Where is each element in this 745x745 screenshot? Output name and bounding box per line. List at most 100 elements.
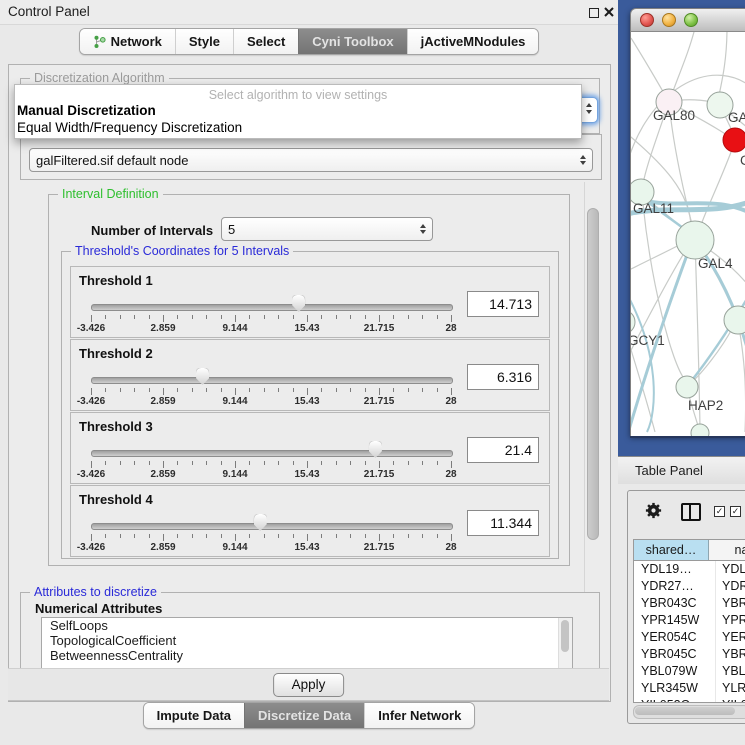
close-icon[interactable] [604, 7, 614, 17]
table-row[interactable]: YBR045CYBR0 [634, 646, 745, 663]
tick-label: 2.859 [150, 469, 175, 480]
network-view-window[interactable]: GAL80GACGAL11GAL4GCY1HHAP2 [630, 8, 745, 436]
slider-tick-labels: -3.4262.8599.14415.4321.71528 [91, 323, 451, 335]
checkbox-icon[interactable]: ✓ [730, 506, 741, 517]
attribute-item-topologicalcoefficient[interactable]: TopologicalCoefficient [42, 633, 572, 648]
settings-scrollbar-thumb[interactable] [587, 208, 599, 540]
number-of-intervals-combobox[interactable]: 5 [221, 217, 433, 241]
columns-icon[interactable] [681, 503, 701, 521]
tick-label: 2.859 [150, 542, 175, 553]
table-row[interactable]: YIL052CYIL0 [634, 697, 745, 703]
tick-mark [91, 461, 92, 468]
table-cell: YPR145W [634, 612, 716, 629]
slider-tick-labels: -3.4262.8599.14415.4321.71528 [91, 396, 451, 408]
tick-mark [91, 534, 92, 541]
tab-select[interactable]: Select [233, 29, 298, 54]
table-row[interactable]: YDL19…YDL1 [634, 561, 745, 578]
tick-mark [307, 315, 308, 322]
table-row[interactable]: YBL079WYBL0 [634, 663, 745, 680]
threshold-value-field[interactable]: 11.344 [467, 510, 539, 536]
slider-track[interactable] [91, 377, 453, 384]
table-data-combobox[interactable]: galFiltered.sif default node [29, 148, 593, 172]
tab-label: Select [247, 29, 285, 54]
tick-label: 21.715 [364, 323, 395, 334]
float-window-icon[interactable] [589, 8, 599, 18]
tab-impute-data[interactable]: Impute Data [144, 703, 244, 728]
tab-style[interactable]: Style [175, 29, 233, 54]
tab-infer-network[interactable]: Infer Network [364, 703, 474, 728]
tick-mark [149, 534, 150, 538]
tick-label: -3.426 [77, 469, 105, 480]
algorithm-option-manual-discretization[interactable]: Manual Discretization [15, 102, 581, 119]
tick-mark [451, 534, 452, 541]
gear-icon[interactable] [644, 501, 663, 520]
threshold-value-field[interactable]: 6.316 [467, 364, 539, 390]
minimize-traffic-icon[interactable] [662, 13, 676, 27]
attributes-list-scrollbar[interactable] [558, 618, 572, 668]
network-edge[interactable] [701, 144, 734, 225]
attributes-group: Attributes to discretize Numerical Attri… [20, 592, 600, 669]
tick-mark [163, 461, 164, 468]
tick-mark [422, 315, 423, 319]
slider-track[interactable] [91, 304, 453, 311]
node-label-gal80: GAL80 [653, 108, 695, 123]
table-hscrollbar[interactable] [633, 705, 745, 719]
tab-label: Cyni Toolbox [312, 29, 393, 54]
attribute-item-betweennesscentrality[interactable]: BetweennessCentrality [42, 648, 572, 663]
slider-track[interactable] [91, 523, 453, 530]
tick-mark [278, 388, 279, 392]
tick-mark [422, 461, 423, 465]
algorithm-option-equal-width-frequency-discretization[interactable]: Equal Width/Frequency Discretization [15, 119, 581, 136]
apply-button[interactable]: Apply [273, 673, 345, 697]
tab-jactivemnodules[interactable]: jActiveMNodules [407, 29, 539, 54]
table-row[interactable]: YLR345WYLR3 [634, 680, 745, 697]
numerical-attributes-list[interactable]: SelfLoopsTopologicalCoefficientBetweenne… [41, 617, 573, 669]
table-hscrollbar-thumb[interactable] [635, 707, 735, 715]
checkbox-icon[interactable]: ✓ [714, 506, 725, 517]
tick-mark [278, 461, 279, 465]
tab-discretize-data[interactable]: Discretize Data [244, 703, 364, 728]
threshold-value-field[interactable]: 14.713 [467, 291, 539, 317]
tab-network[interactable]: Network [80, 29, 175, 54]
network-node-hap2[interactable] [676, 376, 698, 398]
network-node-c[interactable] [723, 128, 745, 152]
number-of-intervals-label: Number of Intervals [91, 223, 213, 238]
table-cell: YLR345W [634, 680, 716, 697]
network-canvas[interactable]: GAL80GACGAL11GAL4GCY1HHAP2 [630, 32, 745, 436]
tick-mark [437, 534, 438, 538]
table-row[interactable]: YPR145WYPR1 [634, 612, 745, 629]
tick-mark [365, 388, 366, 392]
network-node[interactable] [691, 424, 709, 436]
table-panel-titlebar: Table Panel [618, 456, 745, 486]
threshold-value-field[interactable]: 21.4 [467, 437, 539, 463]
table-cell: YER0 [716, 629, 745, 646]
tick-mark [163, 388, 164, 395]
table-row[interactable]: YER054CYER0 [634, 629, 745, 646]
network-node-gal4[interactable] [676, 221, 714, 259]
tick-mark [379, 461, 380, 468]
tick-mark [149, 388, 150, 392]
slider-ticks [91, 461, 451, 469]
zoom-traffic-icon[interactable] [684, 13, 698, 27]
table-cell: YDL1 [716, 561, 745, 578]
table-cell: YBR045C [634, 646, 716, 663]
apply-bar: Apply [8, 668, 609, 701]
column-header-name[interactable]: na [709, 540, 745, 560]
tick-mark [134, 388, 135, 392]
close-traffic-icon[interactable] [640, 13, 654, 27]
column-header-shared-name[interactable]: shared… [634, 540, 709, 560]
tick-mark [163, 534, 164, 541]
tab-cyni-toolbox[interactable]: Cyni Toolbox [298, 29, 406, 54]
table-row[interactable]: YDR27…YDR2 [634, 578, 745, 595]
table-row[interactable]: YBR043CYBR0 [634, 595, 745, 612]
network-node-gcy1[interactable] [631, 310, 635, 334]
combo-spinner-icon [420, 224, 426, 235]
tick-label: 28 [445, 323, 456, 334]
attribute-item-selfloops[interactable]: SelfLoops [42, 618, 572, 633]
tick-mark [163, 315, 164, 322]
slider-track[interactable] [91, 450, 453, 457]
thresholds-group: Threshold's Coordinates for 5 Intervals … [61, 251, 559, 559]
network-edge[interactable] [718, 32, 727, 100]
attributes-list-scrollbar-thumb[interactable] [561, 620, 569, 652]
number-of-intervals-value: 5 [228, 222, 416, 237]
